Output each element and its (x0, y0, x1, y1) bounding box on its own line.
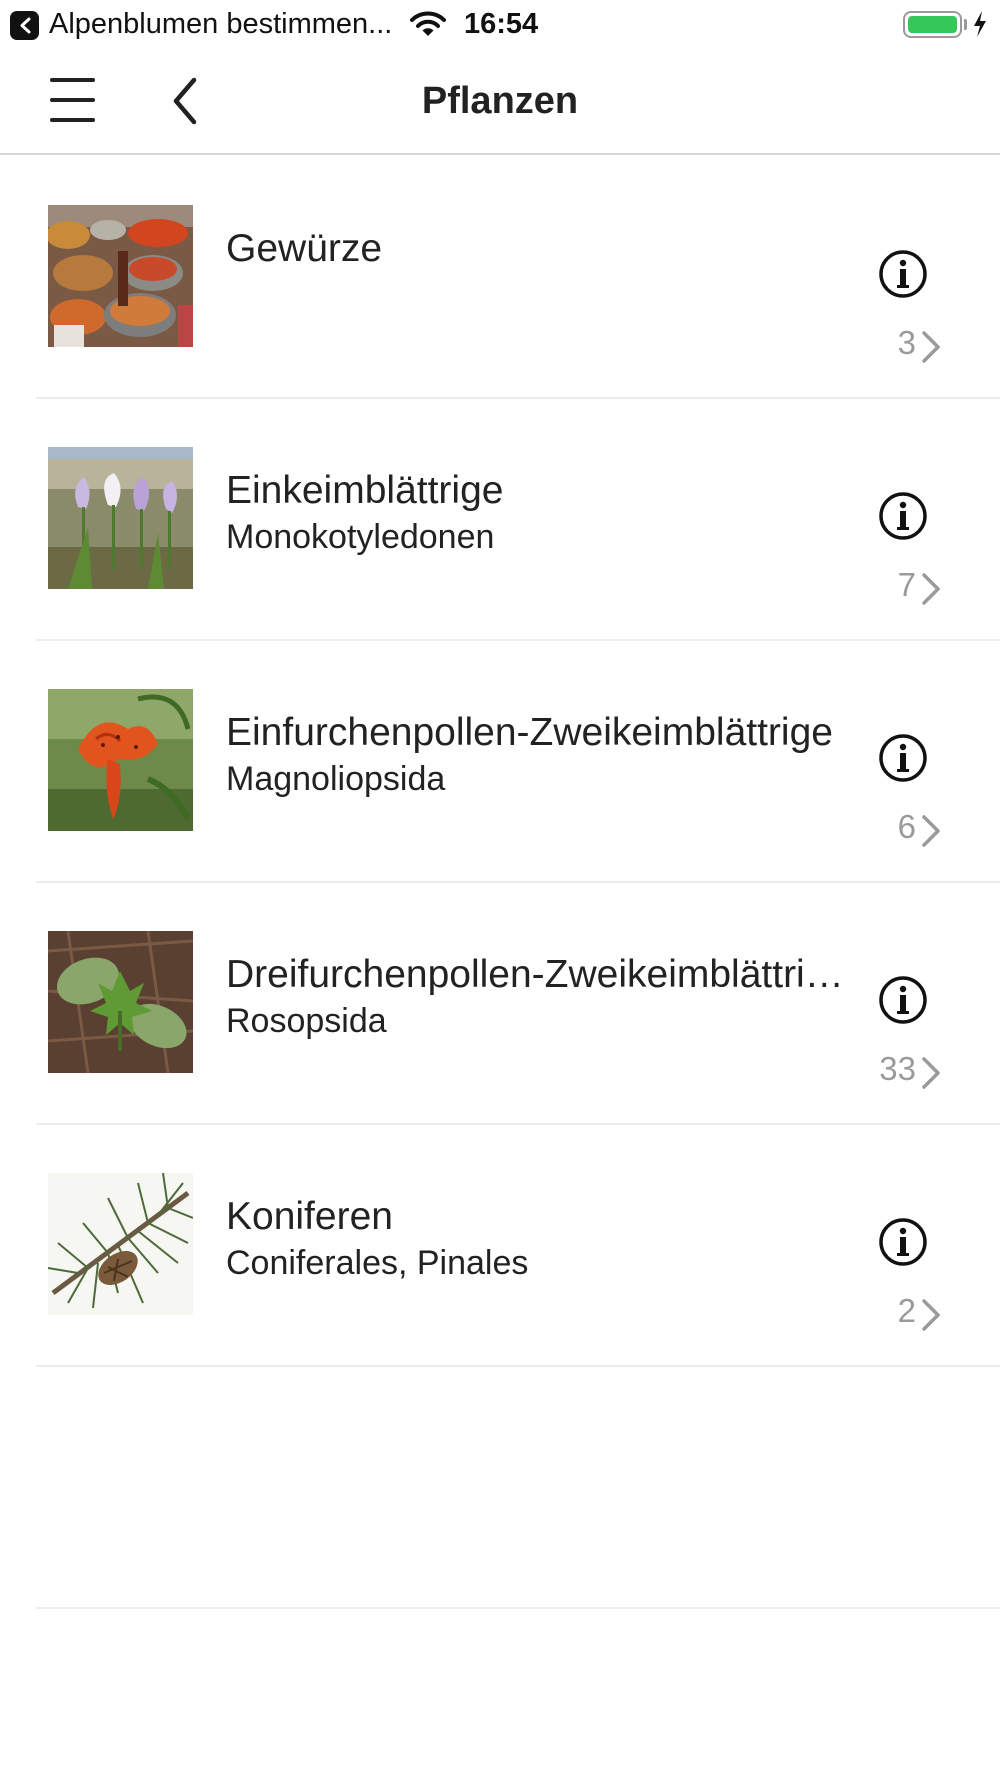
empty-list-row (0, 1367, 1000, 1609)
spices-photo (48, 205, 193, 347)
seedling-photo (48, 931, 193, 1073)
info-circle-icon[interactable] (878, 1217, 928, 1267)
item-count: 2 (897, 1292, 916, 1329)
item-title: Koniferen (226, 1195, 393, 1238)
page-title: Pflanzen (421, 80, 579, 122)
status-bar: Alpenblumen bestimmen... 16:54 (0, 0, 1000, 50)
item-count: 3 (897, 324, 916, 361)
charging-bolt-icon (972, 10, 988, 43)
navigation-bar: Pflanzen (0, 50, 1000, 155)
list-item[interactable]: Koniferen Coniferales, Pinales 2 (0, 1125, 1000, 1367)
clock: 16:54 (464, 8, 539, 40)
item-title: Einfurchenpollen-Zweikeimblättrige (226, 711, 833, 754)
chevron-right-icon[interactable] (920, 814, 942, 853)
chevron-right-icon[interactable] (920, 330, 942, 369)
item-subtitle: Monokotyledonen (226, 518, 495, 556)
wifi-icon (410, 10, 446, 43)
row-divider (36, 1607, 1000, 1609)
item-count: 7 (897, 566, 916, 603)
chevron-right-icon[interactable] (920, 1298, 942, 1337)
item-subtitle: Magnoliopsida (226, 760, 446, 798)
back-app-name[interactable]: Alpenblumen bestimmen... (49, 8, 392, 41)
info-circle-icon[interactable] (878, 975, 928, 1025)
info-circle-icon[interactable] (878, 249, 928, 299)
chevron-right-icon[interactable] (920, 572, 942, 611)
pine-cone-photo (48, 1173, 193, 1315)
item-subtitle: Coniferales, Pinales (226, 1244, 529, 1282)
item-subtitle: Rosopsida (226, 1002, 387, 1040)
info-circle-icon[interactable] (878, 733, 928, 783)
list-item[interactable]: Einfurchenpollen-Zweikeimblättrige Magno… (0, 641, 1000, 883)
lily-photo (48, 689, 193, 831)
list-item[interactable]: Einkeimblättrige Monokotyledonen 7 (0, 399, 1000, 641)
list-item[interactable]: Gewürze 3 (0, 157, 1000, 399)
info-circle-icon[interactable] (878, 491, 928, 541)
item-count: 33 (879, 1050, 916, 1087)
item-count: 6 (897, 808, 916, 845)
chevron-right-icon[interactable] (920, 1056, 942, 1095)
back-to-app-icon[interactable] (10, 11, 39, 40)
item-title: Einkeimblättrige (226, 469, 504, 512)
item-title: Dreifurchenpollen-Zweikeimblättrige (226, 953, 846, 996)
list-item[interactable]: Dreifurchenpollen-Zweikeimblättrige Roso… (0, 883, 1000, 1125)
crocus-photo (48, 447, 193, 589)
battery-tip (964, 19, 967, 30)
item-title: Gewürze (226, 227, 383, 270)
battery-icon (903, 11, 962, 38)
category-list: Gewürze 3 Einkeimblättrige Monokotyledon… (0, 157, 1000, 1609)
